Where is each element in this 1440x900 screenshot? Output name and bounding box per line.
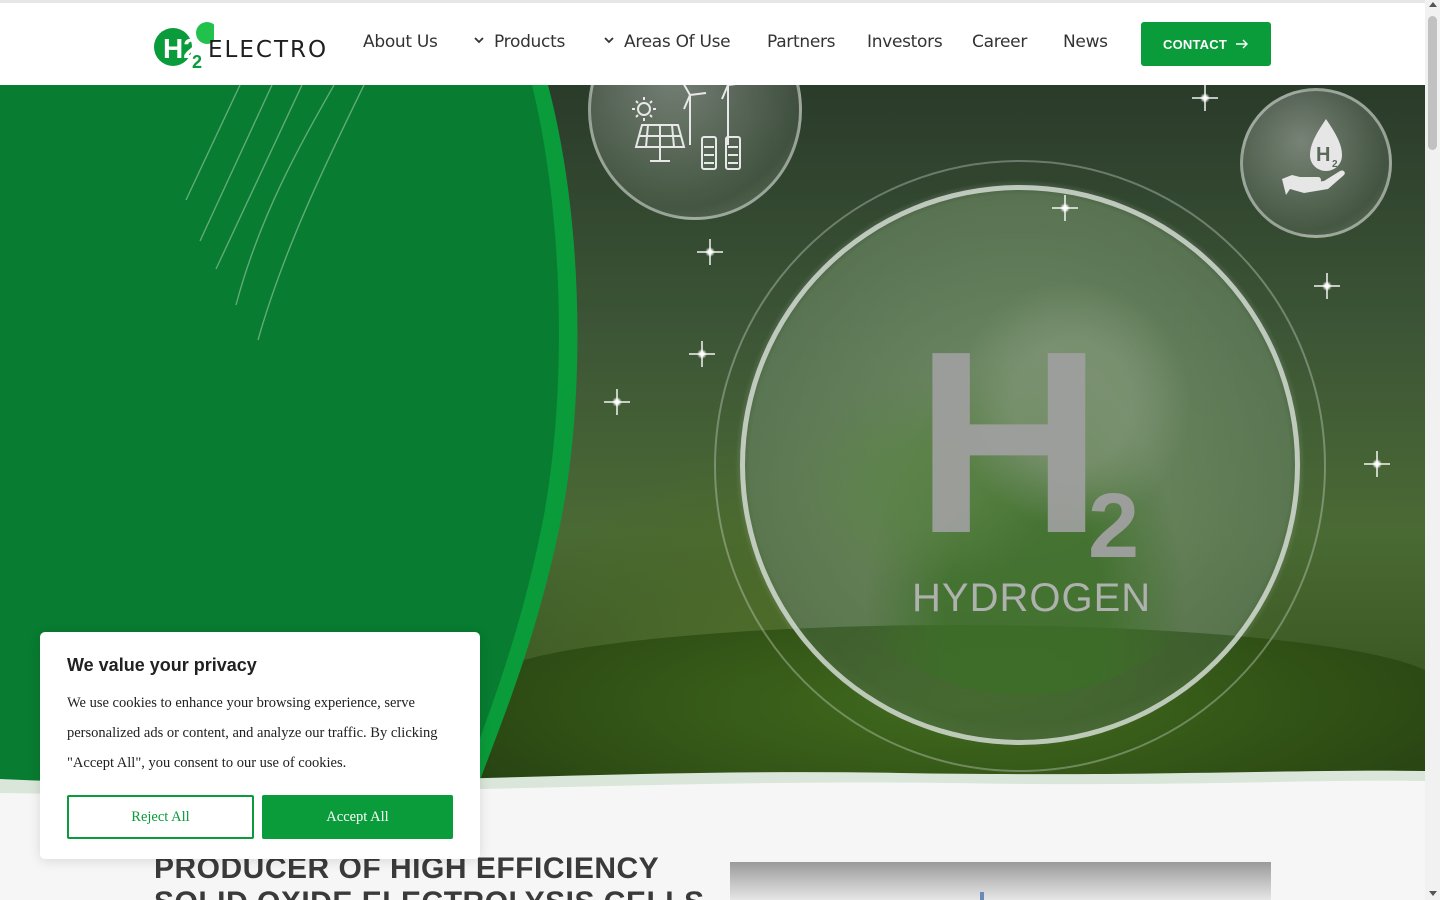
sparkle (1192, 85, 1218, 111)
main-nav: About Us Products Areas Of Use Partners … (0, 3, 1425, 85)
nav-career[interactable]: Career (972, 32, 1027, 52)
cookie-consent-banner: We value your privacy We use cookies to … (40, 632, 480, 859)
nav-news[interactable]: News (1063, 32, 1108, 52)
sparkle (697, 239, 723, 265)
hero-image-h-letter: H (915, 298, 1103, 588)
scroll-up-arrow-icon[interactable] (1428, 2, 1437, 7)
nav-products-label: Products (494, 32, 566, 52)
sparkle (604, 389, 630, 415)
scroll-down-arrow-icon[interactable] (1428, 891, 1437, 896)
sparkle (1052, 195, 1078, 221)
sparkle (689, 341, 715, 367)
arrow-right-icon (1235, 39, 1248, 49)
intro-headline: PRODUCER OF HIGH EFFICIENCY SOLID OXIDE … (154, 852, 714, 900)
chevron-down-icon (604, 37, 614, 44)
nav-about-us[interactable]: About Us (363, 32, 438, 52)
nav-areas-label: Areas Of Use (624, 32, 731, 52)
reject-all-button[interactable]: Reject All (67, 795, 254, 839)
chevron-down-icon (474, 37, 484, 44)
sparkle (1364, 451, 1390, 477)
hero-image-subscript: 2 (1088, 475, 1140, 577)
page-scrollbar[interactable] (1425, 0, 1440, 900)
nav-products[interactable]: Products (474, 32, 565, 52)
accept-all-button[interactable]: Accept All (262, 795, 453, 839)
intro-image (730, 862, 1271, 900)
hydrogen-hand-icon: H 2 (1282, 119, 1345, 195)
contact-button[interactable]: CONTACT (1141, 22, 1271, 66)
scrollbar-thumb[interactable] (1428, 16, 1437, 150)
cookie-description: We use cookies to enhance your browsing … (67, 695, 438, 771)
site-header: H2 2 ELECTRO About Us Products Areas Of … (0, 3, 1425, 85)
cookie-title: We value your privacy (67, 655, 257, 675)
nav-partners[interactable]: Partners (767, 32, 836, 52)
intro-headline-line2: SOLID OXIDE ELECTROLYSIS CELLS (154, 886, 705, 900)
sparkle (1314, 273, 1340, 299)
solar-wind-icon (632, 85, 741, 170)
hero-image-hydrogen-word: HYDROGEN (912, 576, 1152, 620)
contact-button-label: CONTACT (1163, 36, 1227, 52)
svg-text:H: H (1316, 144, 1330, 166)
svg-text:2: 2 (1332, 159, 1338, 170)
nav-areas-of-use[interactable]: Areas Of Use (604, 32, 731, 52)
nav-investors[interactable]: Investors (867, 32, 943, 52)
